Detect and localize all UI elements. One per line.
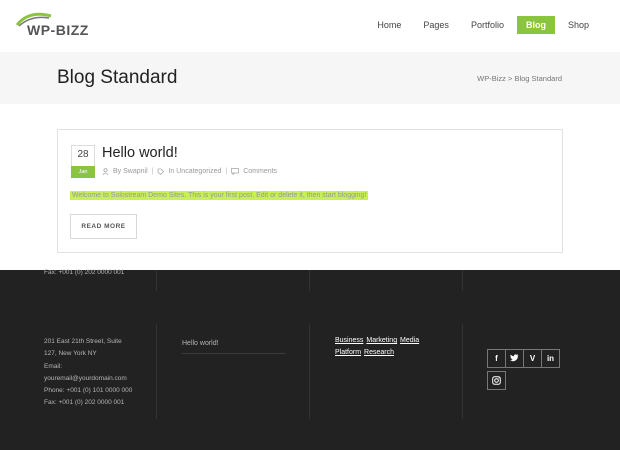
post-date-day: 28 <box>77 149 89 160</box>
tag-link-research[interactable]: Research <box>364 349 394 356</box>
meta-separator: | <box>225 168 228 175</box>
post-category[interactable]: In Uncategorized <box>168 168 221 175</box>
tag-link-media[interactable]: Media <box>400 337 419 344</box>
phone-line: Phone: +001 (0) 101 0000 000 <box>44 387 133 395</box>
post-title[interactable]: Hello world! <box>102 145 178 161</box>
meta-separator: | <box>151 168 154 175</box>
author-icon <box>102 168 109 175</box>
footer-divider <box>309 324 310 419</box>
post-date-month: Jan <box>71 166 95 178</box>
breadcrumb[interactable]: WP-Bizz > Blog Standard <box>477 74 562 83</box>
post-card: 28 Jan Hello world! By Swapnil | In Unca… <box>57 129 563 253</box>
nav-item-blog[interactable]: Blog <box>516 16 555 34</box>
footer-divider <box>156 324 157 419</box>
footer-recent-divider <box>182 353 286 354</box>
tag-link-business[interactable]: Business <box>335 337 363 344</box>
footer-recent-post-link[interactable]: Hello world! <box>182 340 219 347</box>
footer-tag-cloud: Business Marketing Media Platform Resear… <box>335 335 435 359</box>
footer-divider <box>309 270 310 291</box>
footer-divider <box>156 270 157 291</box>
facebook-icon[interactable]: f <box>487 349 506 368</box>
footer-divider <box>462 270 463 291</box>
nav-item-pages[interactable]: Pages <box>414 16 458 34</box>
tag-link-platform[interactable]: Platform <box>335 349 361 356</box>
email-link[interactable]: youremail@yourdomain.com <box>44 373 132 385</box>
footer-divider <box>462 324 463 419</box>
logo-text: WP-BIZZ <box>27 22 89 38</box>
instagram-icon[interactable] <box>487 371 506 390</box>
post-date-badge: 28 Jan <box>71 145 95 178</box>
site-header: WP-BIZZ Home Pages Portfolio Blog Shop <box>0 0 620 52</box>
address-line: 127, New York NY <box>44 350 97 358</box>
post-meta: By Swapnil | In Uncategorized | Comments <box>102 168 277 175</box>
address-line: 201 East 21th Street, Suite <box>44 338 122 345</box>
email-label: Email: <box>44 362 63 370</box>
tag-link-marketing[interactable]: Marketing <box>366 337 397 344</box>
nav-item-shop[interactable]: Shop <box>559 16 598 34</box>
nav-item-home[interactable]: Home <box>368 16 410 34</box>
footer-fax-top: Fax: +001 (0) 202 0000 001 <box>44 269 125 276</box>
fax-line: Fax: +001 (0) 202 0000 001 <box>44 399 125 407</box>
post-comments-link[interactable]: Comments <box>243 168 277 175</box>
main-nav: Home Pages Portfolio Blog Shop <box>364 16 598 34</box>
post-excerpt: Welcome to Solostream Demo Sites. This i… <box>70 191 369 200</box>
vine-icon[interactable]: V <box>523 349 542 368</box>
twitter-icon[interactable] <box>505 349 524 368</box>
footer-contact-info: 201 East 21th Street, Suite 127, New Yor… <box>44 336 132 410</box>
tag-icon <box>158 168 165 175</box>
post-author[interactable]: By Swapnil <box>113 168 148 175</box>
nav-item-portfolio[interactable]: Portfolio <box>462 16 513 34</box>
page-title: Blog Standard <box>57 67 178 88</box>
comments-icon <box>231 168 240 175</box>
read-more-button[interactable]: READ MORE <box>70 214 137 239</box>
linkedin-icon[interactable]: in <box>541 349 560 368</box>
